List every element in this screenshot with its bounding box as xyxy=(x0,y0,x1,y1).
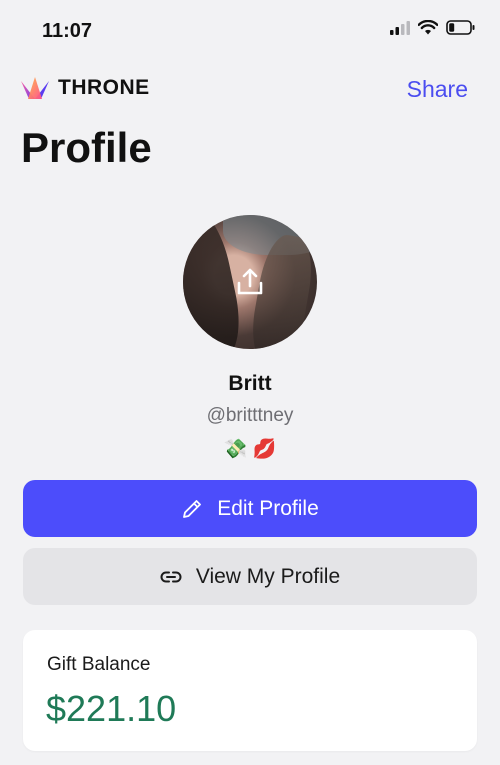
edit-profile-label: Edit Profile xyxy=(217,496,319,520)
wifi-icon xyxy=(418,20,438,35)
pencil-icon xyxy=(183,499,202,518)
upload-icon[interactable] xyxy=(235,267,265,297)
edit-profile-button[interactable]: Edit Profile xyxy=(23,480,477,537)
battery-icon xyxy=(446,20,475,35)
status-icons xyxy=(390,20,476,35)
bio-emojis: 💸 💋 xyxy=(223,439,277,460)
brand-name: THRONE xyxy=(58,76,150,99)
top-bar: THRONE Share xyxy=(0,70,500,110)
username-handle: @britttney xyxy=(206,405,294,426)
view-my-profile-label: View My Profile xyxy=(195,564,341,588)
crown-logo-icon xyxy=(21,77,49,99)
share-link[interactable]: Share xyxy=(407,76,468,103)
brand: THRONE xyxy=(20,75,150,101)
display-name: Britt xyxy=(228,372,272,395)
signal-icon xyxy=(390,20,410,35)
status-time: 11:07 xyxy=(42,20,93,42)
page-title: Profile xyxy=(21,124,152,171)
avatar[interactable] xyxy=(183,215,317,349)
gift-balance-card[interactable]: Gift Balance $221.10 xyxy=(23,630,477,751)
status-bar: 11:07 xyxy=(0,0,500,60)
gift-balance-label: Gift Balance xyxy=(47,654,151,675)
view-my-profile-button[interactable]: View My Profile xyxy=(23,548,477,605)
link-icon xyxy=(160,571,182,582)
gift-balance-value: $221.10 xyxy=(46,688,177,729)
